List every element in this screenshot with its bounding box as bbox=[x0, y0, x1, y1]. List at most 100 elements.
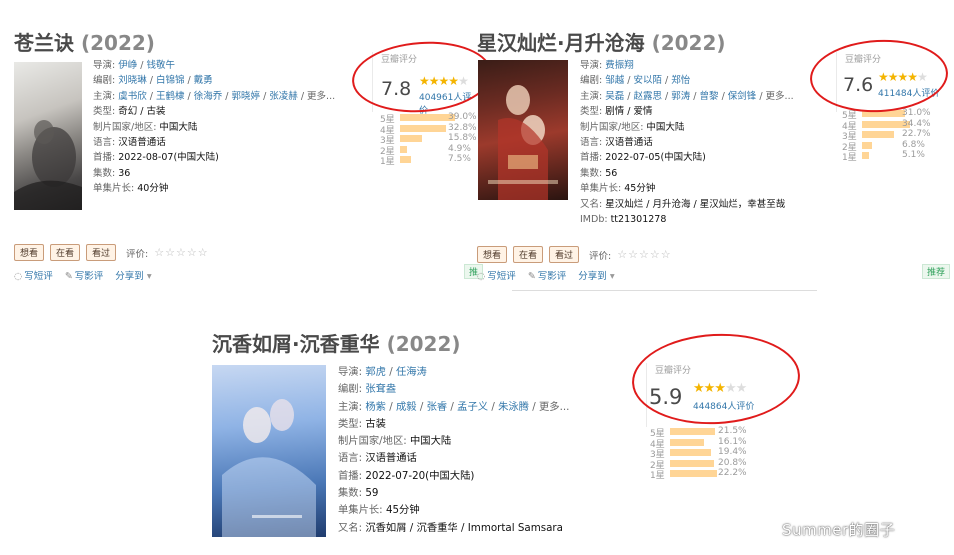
rating-bar-percent: 7.5% bbox=[448, 154, 471, 164]
person-link[interactable]: 费振翔 bbox=[605, 60, 634, 71]
person-link[interactable]: 郑怡 bbox=[671, 75, 690, 86]
separator: / bbox=[184, 75, 194, 87]
rate-label: 评价: bbox=[589, 250, 612, 262]
link-label: 写短评 bbox=[487, 271, 516, 282]
more-link[interactable]: / 更多... bbox=[298, 91, 335, 102]
person-link[interactable]: 邹越 bbox=[605, 75, 624, 86]
star-outline-icon[interactable]: ☆ bbox=[154, 246, 165, 259]
rating-bar-percent: 22.2% bbox=[718, 468, 747, 478]
person-link[interactable]: 郭涛 bbox=[671, 91, 690, 102]
recommend-tag[interactable]: 推荐 bbox=[922, 264, 951, 279]
rating-bar-fill bbox=[400, 114, 455, 121]
title-text: 星汉灿烂·月升沧海 bbox=[477, 31, 645, 55]
rating-bar-percent: 15.8% bbox=[448, 133, 477, 143]
star-level-label: 1星 bbox=[842, 153, 857, 163]
button-label: 想看 bbox=[20, 249, 39, 259]
person-link[interactable]: 杨紫 bbox=[365, 401, 386, 413]
button-label: 想看 bbox=[483, 251, 502, 261]
person-link[interactable]: 徐海乔 bbox=[194, 91, 223, 102]
info-value: 星汉灿烂 / 月升沧海 / 星汉灿烂，幸甚至哉 bbox=[605, 198, 786, 210]
info-key: 类型: bbox=[580, 106, 606, 118]
rating-bar-percent: 5.1% bbox=[902, 150, 925, 160]
info-row: 主演: 杨紫 / 成毅 / 张睿 / 孟子义 / 朱泳腾 / 更多... bbox=[338, 399, 569, 416]
star-outline-icon[interactable]: ☆ bbox=[617, 248, 628, 261]
separator: / bbox=[662, 75, 672, 87]
person-link[interactable]: 张耷盎 bbox=[365, 383, 396, 395]
person-link[interactable]: 曾黎 bbox=[700, 91, 719, 102]
rating-distribution: 5星 39.0% 4星 32.8% 3星 15.8% 2星 4.9% 1星 7.5% bbox=[380, 112, 480, 167]
write-review-link[interactable]: ✎ 写影评 bbox=[65, 268, 103, 282]
person-link[interactable]: 虞书欣 bbox=[118, 91, 147, 102]
star-outline-icon[interactable]: ☆ bbox=[639, 248, 650, 261]
person-link[interactable]: 钱敬午 bbox=[147, 60, 176, 71]
more-link[interactable]: / 更多... bbox=[529, 401, 569, 413]
person-link[interactable]: 吴磊 bbox=[605, 91, 624, 102]
watched-button[interactable]: 看过 bbox=[549, 246, 580, 263]
separator: / bbox=[690, 90, 700, 102]
info-value: 2022-07-05(中国大陆) bbox=[605, 152, 706, 164]
write-short-review-link[interactable]: ◌ 写短评 bbox=[14, 268, 53, 282]
person-link[interactable]: 成毅 bbox=[396, 401, 417, 413]
info-key: 制片国家/地区: bbox=[93, 121, 160, 133]
poster-image[interactable] bbox=[14, 62, 82, 210]
info-key: 又名: bbox=[338, 521, 366, 534]
share-link[interactable]: 分享到 ▾ bbox=[115, 268, 151, 282]
star-outline-icon[interactable]: ☆ bbox=[187, 246, 198, 259]
more-link[interactable]: / 更多... bbox=[756, 91, 793, 102]
poster-image[interactable] bbox=[212, 365, 326, 537]
person-link[interactable]: 张睿 bbox=[427, 401, 448, 413]
rating-bar-row: 3星 22.7% bbox=[842, 129, 942, 142]
separator: / bbox=[624, 90, 634, 102]
star-outline-icon[interactable]: ☆ bbox=[661, 248, 672, 261]
person-link[interactable]: 郭虎 bbox=[365, 366, 386, 378]
info-row: 制片国家/地区: 中国大陆 bbox=[338, 433, 569, 450]
want-button[interactable]: 想看 bbox=[477, 246, 508, 263]
rating-bar-percent: 19.4% bbox=[718, 447, 747, 457]
info-key: 集数: bbox=[580, 167, 606, 179]
info-row: 类型: 剧情 / 爱情 bbox=[580, 104, 794, 119]
rating-bar-fill bbox=[400, 156, 411, 163]
star-outline-icon[interactable]: ☆ bbox=[628, 248, 639, 261]
button-label: 看过 bbox=[92, 249, 111, 259]
write-review-link[interactable]: ✎ 写影评 bbox=[528, 268, 566, 282]
star-outline-icon[interactable]: ☆ bbox=[176, 246, 187, 259]
share-link[interactable]: 分享到 ▾ bbox=[578, 268, 614, 282]
person-link[interactable]: 郭晓婷 bbox=[232, 91, 261, 102]
write-short-review-link[interactable]: ◌ 写短评 bbox=[477, 268, 516, 282]
want-button[interactable]: 想看 bbox=[14, 244, 45, 261]
person-link[interactable]: 朱泳腾 bbox=[498, 401, 529, 413]
person-link[interactable]: 张凌赫 bbox=[269, 91, 298, 102]
rating-bar-row: 4星 34.4% bbox=[842, 119, 942, 132]
info-value: 奇幻 / 古装 bbox=[118, 106, 166, 118]
info-value: 中国大陆 bbox=[159, 121, 198, 133]
person-link[interactable]: 白锦锦 bbox=[156, 75, 185, 86]
rating-bar-fill bbox=[862, 131, 894, 138]
person-link[interactable]: 王鹤棣 bbox=[156, 91, 185, 102]
info-key: 语言: bbox=[93, 137, 119, 149]
poster-image[interactable] bbox=[478, 60, 568, 200]
info-key: 单集片长: bbox=[338, 504, 386, 517]
star-outline-icon[interactable]: ☆ bbox=[650, 248, 661, 261]
rate-stars-input[interactable]: ☆☆☆☆☆ bbox=[617, 248, 671, 261]
separator: / bbox=[385, 400, 396, 413]
person-link[interactable]: 刘晓琳 bbox=[118, 75, 147, 86]
rating-bar-fill bbox=[400, 135, 423, 142]
watching-button[interactable]: 在看 bbox=[50, 244, 81, 261]
rate-stars-input[interactable]: ☆☆☆☆☆ bbox=[154, 246, 208, 259]
person-link[interactable]: 孟子义 bbox=[457, 401, 488, 413]
person-link[interactable]: 伊峥 bbox=[118, 60, 137, 71]
person-link[interactable]: 保剑锋 bbox=[728, 91, 757, 102]
watched-button[interactable]: 看过 bbox=[86, 244, 117, 261]
title-text: 沉香如屑·沉香重华 bbox=[212, 332, 380, 356]
rate-label: 评价: bbox=[126, 248, 149, 260]
person-link[interactable]: 赵露思 bbox=[634, 91, 663, 102]
info-value: 中国大陆 bbox=[646, 121, 685, 133]
person-link[interactable]: 任海涛 bbox=[396, 366, 427, 378]
watching-button[interactable]: 在看 bbox=[513, 246, 544, 263]
star-outline-icon[interactable]: ☆ bbox=[198, 246, 209, 259]
person-link[interactable]: 安以陌 bbox=[634, 75, 663, 86]
comment-icon: ◌ bbox=[14, 271, 23, 282]
star-outline-icon[interactable]: ☆ bbox=[165, 246, 176, 259]
info-key: 主演: bbox=[580, 90, 606, 102]
person-link[interactable]: 戴勇 bbox=[194, 75, 213, 86]
